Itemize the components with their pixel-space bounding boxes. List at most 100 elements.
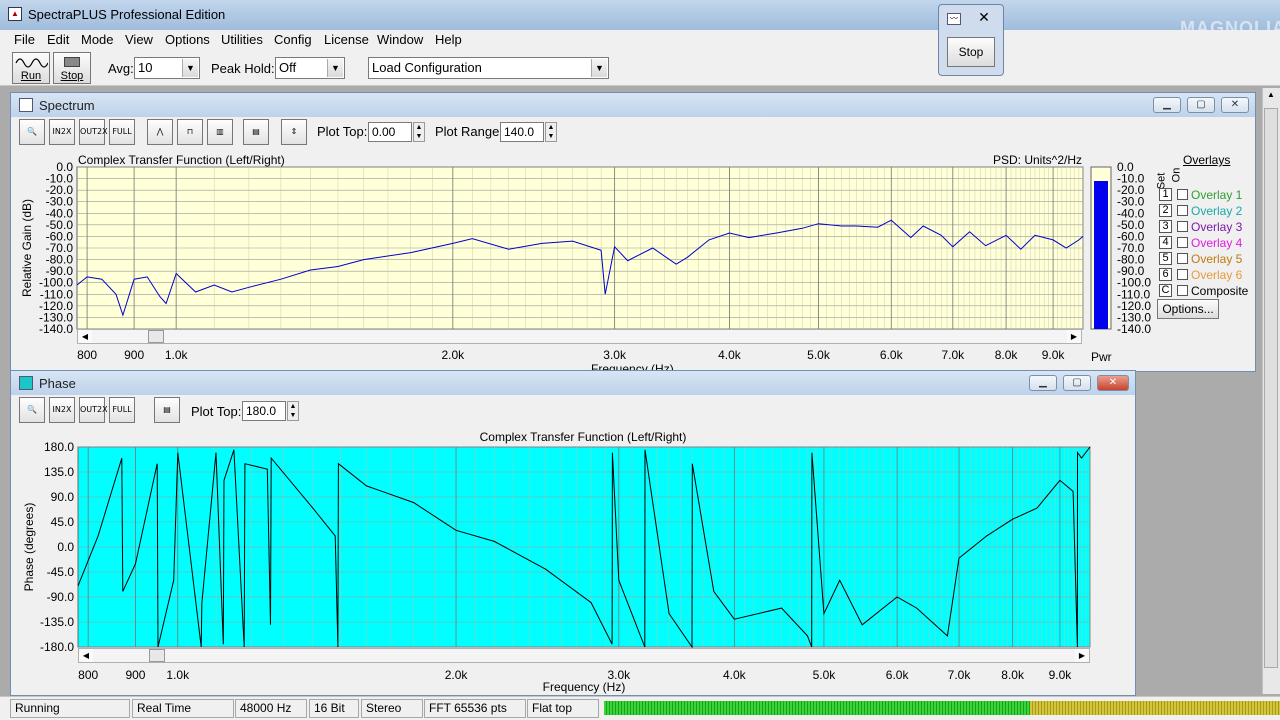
- menu-file[interactable]: File: [14, 32, 35, 47]
- phase-window: Phase ▁ ▢ ✕ 🔍 IN2X OUT2X FULL ▤ Plot Top…: [10, 370, 1136, 696]
- zoom-in-2x-icon[interactable]: IN2X: [49, 119, 75, 145]
- plot-range-input[interactable]: 140.0: [500, 122, 544, 142]
- close-icon[interactable]: ✕: [1221, 97, 1249, 113]
- overlay-on-checkbox[interactable]: [1177, 221, 1188, 232]
- x-tick-label: 8.0k: [1001, 668, 1025, 682]
- menu-license[interactable]: License: [324, 32, 369, 47]
- overlay-row[interactable]: 4 Overlay 4: [1159, 235, 1259, 251]
- spectrum-title: Spectrum: [39, 98, 95, 113]
- maximize-icon[interactable]: ▢: [1187, 97, 1215, 113]
- stop-button[interactable]: Stop: [53, 52, 91, 84]
- scroll-left-icon[interactable]: ◀: [78, 330, 92, 343]
- x-tick-label: 6.0k: [886, 668, 910, 682]
- overlay-set-button[interactable]: 3: [1159, 220, 1172, 233]
- dropdown-arrow-icon[interactable]: ▼: [591, 59, 607, 77]
- close-icon[interactable]: ✕: [969, 8, 999, 26]
- overlay-list: 1 Overlay 1 2 Overlay 2 3 Overlay 3 4 Overlay 4…: [1159, 187, 1255, 307]
- maximize-icon[interactable]: ▢: [1063, 375, 1091, 391]
- overlay-row[interactable]: C Composite: [1159, 283, 1259, 299]
- overlay-row[interactable]: 1 Overlay 1: [1159, 187, 1259, 203]
- zoom-full-icon[interactable]: FULL: [109, 119, 135, 145]
- y-tick-label: 135.0: [44, 465, 74, 479]
- overlay-row[interactable]: 2 Overlay 2: [1159, 203, 1259, 219]
- spectrum-horizontal-scrollbar[interactable]: ◀ ▶: [77, 329, 1082, 344]
- main-toolbar: Run Stop Avg: 10 ▼ Peak Hold: Off ▼ Load…: [0, 50, 1280, 86]
- overlay-row[interactable]: 6 Overlay 6: [1159, 267, 1259, 283]
- overlay-set-button[interactable]: 6: [1159, 268, 1172, 281]
- scroll-right-icon[interactable]: ▶: [1075, 649, 1089, 662]
- minimize-icon[interactable]: ▁: [1153, 97, 1181, 113]
- peak-hold-select[interactable]: Off ▼: [275, 57, 345, 79]
- overlay-on-checkbox[interactable]: [1177, 285, 1188, 296]
- close-icon[interactable]: ✕: [1097, 375, 1129, 391]
- phase-title: Phase: [39, 376, 76, 391]
- zoom-icon[interactable]: 🔍: [19, 397, 45, 423]
- overlay-set-button[interactable]: 4: [1159, 236, 1172, 249]
- overlay-on-checkbox[interactable]: [1177, 237, 1188, 248]
- spin-arrows-icon[interactable]: ▲ ▼: [287, 401, 299, 421]
- step-plot-icon[interactable]: ⊓: [177, 119, 203, 145]
- scroll-thumb[interactable]: [149, 649, 165, 662]
- bar-plot-icon[interactable]: ▥: [207, 119, 233, 145]
- menu-config[interactable]: Config: [274, 32, 312, 47]
- zoom-out-2x-icon[interactable]: OUT2X: [79, 119, 108, 145]
- menu-bar: File Edit Mode View Options Utilities Co…: [0, 30, 1280, 50]
- status-sample-rate: 48000 Hz: [235, 699, 307, 718]
- overlay-row[interactable]: 3 Overlay 3: [1159, 219, 1259, 235]
- overlay-set-button[interactable]: 5: [1159, 252, 1172, 265]
- on-column-label: On: [1170, 167, 1183, 183]
- menu-utilities[interactable]: Utilities: [221, 32, 263, 47]
- menu-edit[interactable]: Edit: [47, 32, 69, 47]
- title-bar: ▲ SpectraPLUS Professional Edition: [0, 0, 1280, 30]
- y-axis-label: Relative Gain (dB): [20, 199, 34, 297]
- zoom-full-icon[interactable]: FULL: [109, 397, 135, 423]
- overlay-name: Overlay 3: [1191, 220, 1243, 234]
- zoom-out-2x-icon[interactable]: OUT2X: [79, 397, 108, 423]
- overlay-set-button[interactable]: 1: [1159, 188, 1172, 201]
- overlay-set-button[interactable]: 2: [1159, 204, 1172, 217]
- x-tick-label: 3.0k: [603, 348, 627, 362]
- phase-plot-top-input[interactable]: 180.0: [242, 401, 286, 421]
- scroll-left-icon[interactable]: ◀: [79, 649, 93, 662]
- zoom-icon[interactable]: 🔍: [19, 119, 45, 145]
- overlay-on-checkbox[interactable]: [1177, 253, 1188, 264]
- overlay-name: Overlay 1: [1191, 188, 1243, 202]
- dropdown-arrow-icon[interactable]: ▼: [327, 59, 343, 77]
- menu-mode[interactable]: Mode: [81, 32, 114, 47]
- line-plot-icon[interactable]: ⋀: [147, 119, 173, 145]
- minimize-icon[interactable]: ▁: [1029, 375, 1057, 391]
- overlay-name: Overlay 5: [1191, 252, 1243, 266]
- run-button[interactable]: Run: [12, 52, 50, 84]
- phase-horizontal-scrollbar[interactable]: ◀ ▶: [78, 648, 1090, 663]
- overlay-row[interactable]: 5 Overlay 5: [1159, 251, 1259, 267]
- configuration-select[interactable]: Load Configuration ▼: [368, 57, 609, 79]
- overlay-on-checkbox[interactable]: [1177, 269, 1188, 280]
- mdi-vertical-scrollbar[interactable]: ▲: [1262, 88, 1280, 694]
- scroll-up-icon[interactable]: ▲: [1264, 90, 1278, 104]
- spectrum-titlebar: Spectrum ▁ ▢ ✕: [11, 93, 1255, 117]
- menu-options[interactable]: Options: [165, 32, 210, 47]
- overlay-options-button[interactable]: Options...: [1157, 299, 1219, 319]
- x-tick-label: 9.0k: [1049, 668, 1073, 682]
- dropdown-arrow-icon[interactable]: ▼: [182, 59, 198, 77]
- menu-help[interactable]: Help: [435, 32, 462, 47]
- menu-window[interactable]: Window: [377, 32, 423, 47]
- overlay-on-checkbox[interactable]: [1177, 189, 1188, 200]
- overlay-set-button[interactable]: C: [1159, 284, 1172, 297]
- popup-stop-button[interactable]: Stop: [947, 37, 995, 67]
- scroll-thumb[interactable]: [148, 330, 164, 343]
- avg-select[interactable]: 10 ▼: [134, 57, 200, 79]
- scale-icon[interactable]: ⇕: [281, 119, 307, 145]
- data-table-icon[interactable]: ▤: [154, 397, 180, 423]
- scroll-right-icon[interactable]: ▶: [1067, 330, 1081, 343]
- spin-arrows-icon[interactable]: ▲ ▼: [413, 122, 425, 142]
- zoom-in-2x-icon[interactable]: IN2X: [49, 397, 75, 423]
- peak-hold-label: Peak Hold:: [211, 61, 275, 76]
- spin-arrows-icon[interactable]: ▲ ▼: [545, 122, 557, 142]
- scroll-thumb[interactable]: [1264, 108, 1278, 668]
- phase-chart-title: Complex Transfer Function (Left/Right): [480, 430, 687, 444]
- overlay-on-checkbox[interactable]: [1177, 205, 1188, 216]
- menu-view[interactable]: View: [125, 32, 153, 47]
- data-table-icon[interactable]: ▤: [243, 119, 269, 145]
- spectrum-plot-top-input[interactable]: 0.00: [368, 122, 412, 142]
